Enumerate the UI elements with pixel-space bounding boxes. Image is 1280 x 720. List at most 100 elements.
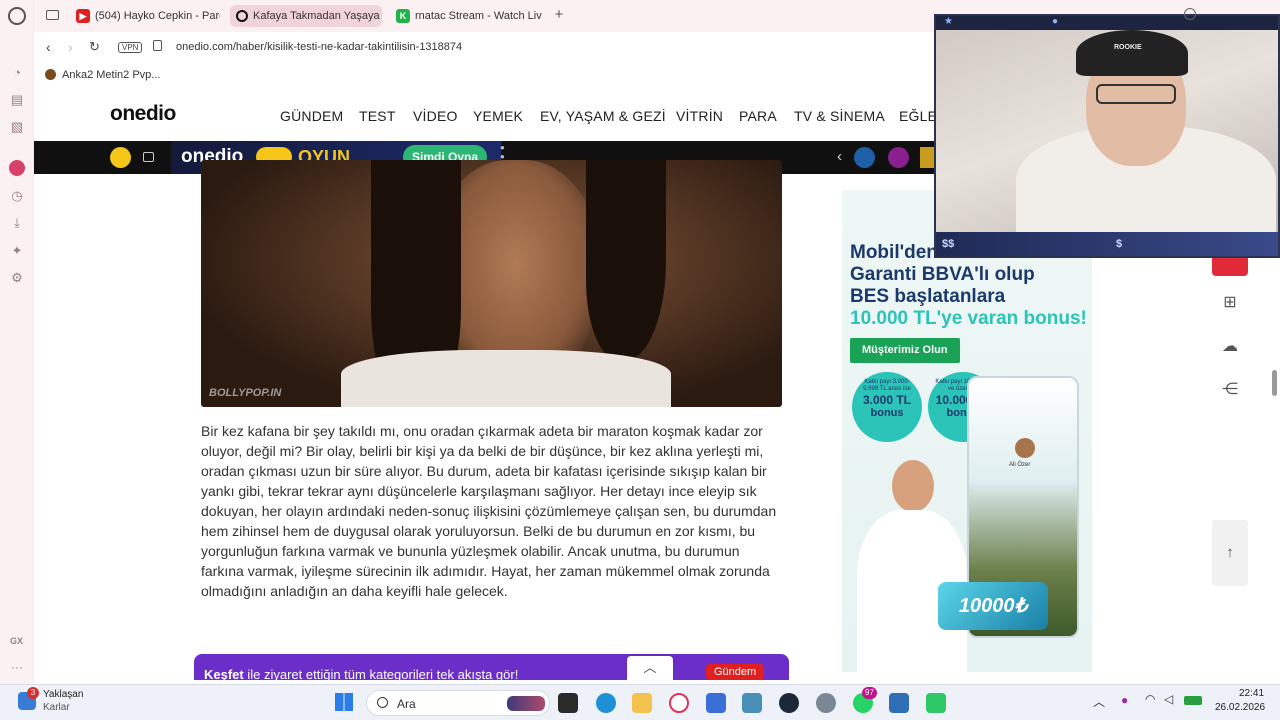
bookmarks-bar: Anka2 Metin2 Pvp...	[34, 64, 934, 88]
tab-title: Kafaya Takmadan Yaşaya	[253, 10, 380, 22]
search-highlight-icon	[507, 696, 545, 711]
clock-date[interactable]: 26.02.2026	[1215, 702, 1265, 713]
cap-logo: ROOKIE	[1114, 44, 1142, 51]
youtube-icon: ▶	[76, 9, 90, 23]
spotify-icon[interactable]	[9, 160, 25, 176]
steam-icon[interactable]	[779, 693, 799, 713]
taskbar: 3 Yaklaşan Karlar Ara 97 ︿ ● ◠ ◁ 22:41 2…	[0, 684, 1280, 720]
wifi-icon[interactable]: ◠	[1145, 692, 1155, 706]
tab-menu-icon[interactable]	[46, 10, 59, 20]
vpn-badge[interactable]: VPN	[118, 42, 143, 53]
webcam-right-label: $	[1116, 238, 1123, 250]
bookmark-link[interactable]: Anka2 Metin2 Pvp...	[62, 69, 160, 81]
nav-video[interactable]: VİDEO	[413, 108, 458, 124]
article-paragraph: Bir kez kafana bir şey takıldı mı, onu o…	[201, 423, 777, 599]
speed-dial-icon[interactable]: ◔	[9, 64, 25, 80]
tray-chevron-icon[interactable]: ︿	[1093, 693, 1105, 710]
battery-icon[interactable]	[1184, 696, 1202, 705]
woman-head-shape	[892, 460, 934, 512]
nav-tv-sinema[interactable]: TV & SİNEMA	[794, 108, 885, 124]
coin-gift: 10000₺	[938, 582, 1048, 630]
cap-shape: ROOKIE	[1076, 30, 1188, 76]
phone-avatar	[1015, 438, 1035, 458]
ad-line-1: Mobil'den	[850, 242, 938, 263]
task-view-icon[interactable]	[558, 693, 578, 713]
edge-icon[interactable]	[596, 693, 616, 713]
glasses-shape	[1096, 84, 1176, 104]
game-thumb-1-icon[interactable]	[854, 147, 875, 168]
file-explorer-icon[interactable]	[632, 693, 652, 713]
chat-app-icon[interactable]	[926, 693, 946, 713]
microphone-icon[interactable]: ●	[1121, 693, 1128, 707]
search-tabs-icon[interactable]	[1184, 8, 1196, 20]
reload-icon[interactable]: ↻	[89, 39, 100, 55]
nav-ev-yasam[interactable]: EV, YAŞAM & GEZİ	[540, 108, 666, 124]
nav-gundem[interactable]: GÜNDEM	[280, 108, 343, 124]
search-icon	[377, 697, 388, 708]
game-thumb-3-icon[interactable]	[920, 147, 934, 168]
more-icon[interactable]: ···	[11, 660, 23, 674]
back-to-top-button[interactable]: ↑	[1212, 520, 1248, 586]
tab-onedio[interactable]: Kafaya Takmadan Yaşaya	[230, 5, 382, 27]
bonus-bubble-1: Katkı payı 3.000-9.999 TL arası ise 3.00…	[852, 372, 922, 442]
new-tab-button[interactable]: +	[551, 7, 567, 23]
game-controller-icon	[110, 147, 131, 168]
extensions-icon[interactable]: ✦	[9, 243, 25, 259]
page-scrollbar[interactable]	[1272, 370, 1277, 396]
nav-para[interactable]: PARA	[739, 108, 777, 124]
opera-logo-icon[interactable]	[8, 7, 26, 25]
window-icon[interactable]	[143, 152, 154, 162]
woman-figure	[852, 460, 972, 672]
onedio-logo[interactable]: onedio	[110, 102, 176, 126]
ad-line-2: Garanti BBVA'lı olup	[850, 264, 1035, 285]
carousel-prev-icon[interactable]: ‹	[837, 148, 842, 165]
history-icon[interactable]: ◷	[9, 188, 25, 204]
search-label: Ara	[397, 697, 416, 711]
ad-cta-button[interactable]: Müşterimiz Olun	[850, 338, 960, 363]
lock-icon	[153, 40, 162, 51]
nav-yemek[interactable]: YEMEK	[473, 108, 523, 124]
forward-icon[interactable]: ›	[68, 39, 73, 55]
discover-text: Keşfet ile ziyaret ettiğin tüm kategoril…	[204, 667, 518, 682]
red-action-button[interactable]	[1212, 258, 1248, 276]
discover-bar[interactable]: Keşfet ile ziyaret ettiğin tüm kategoril…	[194, 654, 789, 682]
photos-icon[interactable]	[742, 693, 762, 713]
game-thumb-2-icon[interactable]	[888, 147, 909, 168]
settings-taskbar-icon[interactable]	[816, 693, 836, 713]
discover-badge[interactable]: Gündem	[706, 664, 765, 680]
onedio-tab-icon	[236, 10, 248, 22]
taskbar-search[interactable]: Ara	[366, 690, 550, 716]
bubble-1-small: Katkı payı 3.000-9.999 TL arası ise	[863, 379, 911, 392]
bookmark-add-icon[interactable]: ⊞	[1212, 284, 1248, 320]
notepad-icon[interactable]	[706, 693, 726, 713]
monitor-app-icon[interactable]	[889, 693, 909, 713]
shirt-shape	[341, 350, 671, 407]
nav-vitrin[interactable]: VİTRİN	[676, 108, 723, 124]
settings-icon[interactable]: ⚙	[9, 270, 25, 286]
downloads-icon[interactable]: ⤓	[9, 215, 25, 231]
webcam-overlay: ★ ● ROOKIE $$ $	[934, 14, 1280, 258]
news-icon[interactable]: ▧	[9, 119, 25, 135]
url-field[interactable]: onedio.com/haber/kisilik-testi-ne-kadar-…	[176, 41, 462, 53]
clock-time[interactable]: 22:41	[1239, 688, 1264, 699]
scroll-up-tab[interactable]: ︿	[627, 656, 673, 680]
tab-youtube[interactable]: ▶ (504) Hayko Cepkin - Parç	[70, 5, 220, 27]
comments-icon[interactable]: ☁	[1212, 328, 1248, 364]
volume-icon[interactable]: ◁	[1164, 692, 1173, 706]
discover-desc: ile ziyaret ettiğin tüm kategorileri tek…	[243, 667, 519, 682]
weather-title[interactable]: Yaklaşan	[43, 689, 83, 700]
back-icon[interactable]: ‹	[46, 39, 51, 55]
share-icon[interactable]: ⋲	[1212, 371, 1248, 407]
opera-gx-icon[interactable]	[669, 693, 689, 713]
discover-bold: Keşfet	[204, 667, 244, 682]
windows-start-icon[interactable]	[335, 693, 353, 711]
ad-line-3: BES başlatanlara	[850, 286, 1006, 307]
image-watermark: BOLLYPOP.IN	[209, 387, 282, 399]
tab-title: (504) Hayko Cepkin - Parç	[95, 10, 220, 22]
bank-ad[interactable]: Mobil'den Garanti BBVA'lı olup BES başla…	[842, 190, 1092, 672]
nav-eglence[interactable]: EĞLE	[899, 108, 937, 124]
bag-icon[interactable]: ▤	[9, 92, 25, 108]
tab-kick[interactable]: K rnatac Stream - Watch Liv	[390, 5, 546, 27]
nav-test[interactable]: TEST	[359, 108, 396, 124]
bubble-1-sub: bonus	[870, 407, 904, 419]
